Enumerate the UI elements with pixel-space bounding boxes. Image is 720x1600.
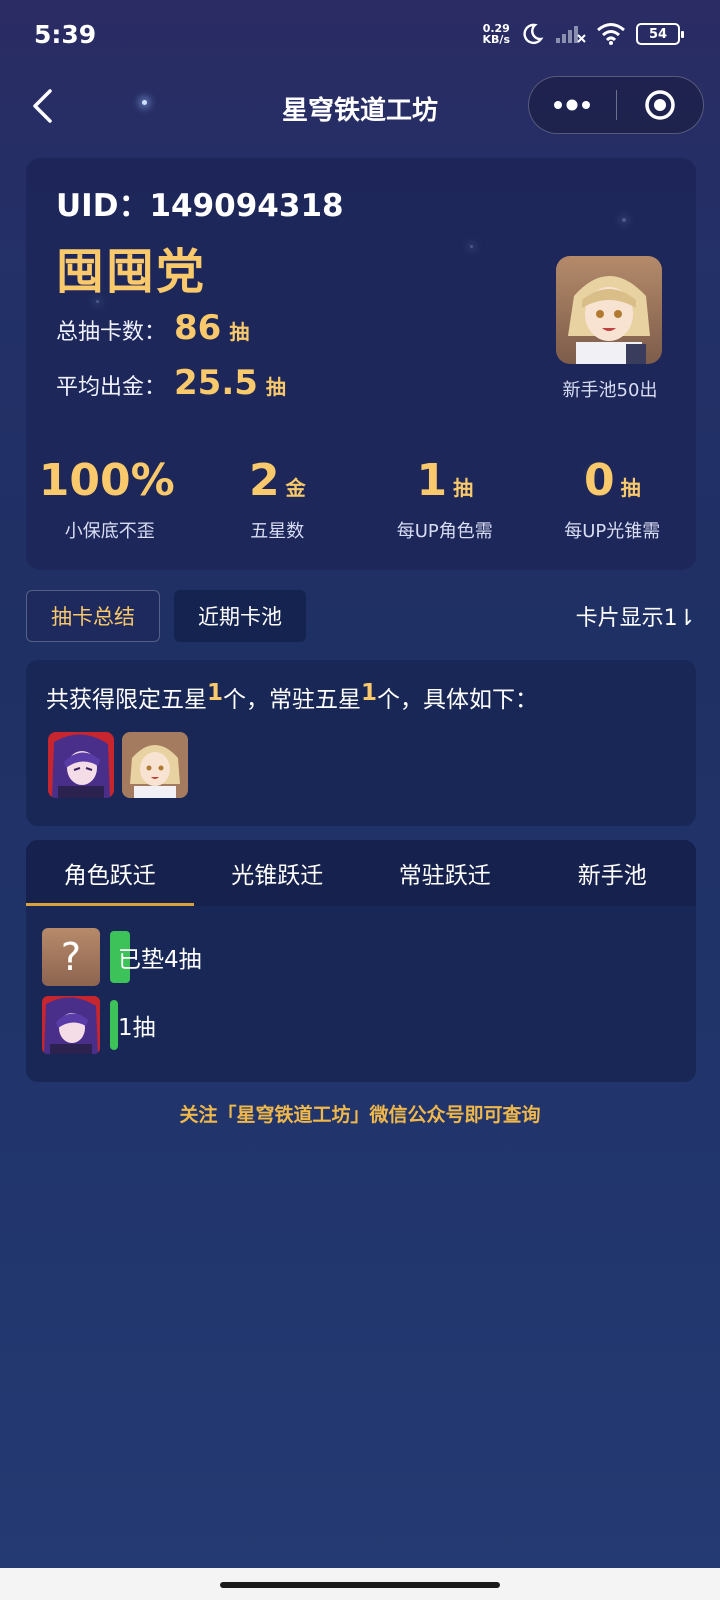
tab-lightcone-warp[interactable]: 光锥跃迁 xyxy=(194,840,362,906)
stat-five-star-count: 2金 五星数 xyxy=(194,456,362,543)
uid-label: UID： xyxy=(56,188,150,224)
tab-beginner-warp[interactable]: 新手池 xyxy=(529,840,697,906)
stat-no-lose-rate: 100% 小保底不歪 xyxy=(26,456,194,543)
total-pulls-value: 86 xyxy=(174,308,222,348)
character-avatar[interactable] xyxy=(556,256,662,364)
five-star-list xyxy=(48,732,188,798)
wifi-icon xyxy=(597,23,625,45)
pull-count-label: 1抽 xyxy=(118,1015,156,1041)
stat-unit: 抽 xyxy=(620,476,641,500)
avatar-caption: 新手池50出 xyxy=(562,380,658,401)
stat-caption: 每UP角色需 xyxy=(396,521,493,542)
battery-level: 54 xyxy=(648,26,668,42)
status-bar: 5:39 0.29 KB/s 54 xyxy=(0,0,720,72)
average-gold-label: 平均出金： xyxy=(56,375,167,400)
stat-value: 1 xyxy=(416,455,448,506)
network-speed: 0.29 KB/s xyxy=(483,23,510,45)
total-pulls: 总抽卡数： 86 抽 xyxy=(56,308,249,348)
target-icon xyxy=(645,90,675,120)
stat-pulls-per-up-lightcone: 0抽 每UP光锥需 xyxy=(529,456,697,543)
stat-value: 2 xyxy=(248,455,280,506)
stat-pulls-per-up-character: 1抽 每UP角色需 xyxy=(361,456,529,543)
summary-card: 共获得限定五星 1 个，常驻五星 1 个，具体如下： xyxy=(26,660,696,826)
character-thumb-blonde[interactable] xyxy=(122,732,188,798)
stat-caption: 每UP光锥需 xyxy=(564,521,661,542)
profile-card: UID：149094318 囤囤党 总抽卡数： 86 抽 平均出金： 25.5 … xyxy=(26,158,696,570)
character-thumb-purple[interactable] xyxy=(48,732,114,798)
stat-caption: 五星数 xyxy=(250,521,305,542)
mini-program-capsule xyxy=(528,76,704,134)
pool-row-pending: ? 已垫4抽 xyxy=(42,928,202,986)
tab-standard-warp[interactable]: 常驻跃迁 xyxy=(361,840,529,906)
battery-icon: 54 xyxy=(636,23,684,45)
nickname: 囤囤党 xyxy=(56,244,207,300)
tab-recent-pools[interactable]: 近期卡池 xyxy=(174,590,306,642)
status-icons: 0.29 KB/s 54 xyxy=(483,22,684,46)
nav-bar: 星穹铁道工坊 xyxy=(0,72,720,142)
stat-caption: 小保底不歪 xyxy=(64,521,155,542)
uid-value: 149094318 xyxy=(149,188,344,224)
uid: UID：149094318 xyxy=(56,180,344,225)
summary-text-part: 共获得限定五星 xyxy=(46,687,207,713)
stat-unit: 抽 xyxy=(453,476,474,500)
standard-five-star-count: 1 xyxy=(361,680,378,706)
summary-text: 共获得限定五星 1 个，常驻五星 1 个，具体如下： xyxy=(46,680,538,714)
tab-character-warp[interactable]: 角色跃迁 xyxy=(26,840,194,906)
limited-five-star-count: 1 xyxy=(207,680,224,706)
pull-progress-bar xyxy=(110,1000,118,1050)
signal-icon xyxy=(556,26,586,43)
network-speed-unit: KB/s xyxy=(482,33,510,46)
average-gold-unit: 抽 xyxy=(265,375,286,399)
summary-text-part: 个，具体如下： xyxy=(377,687,539,713)
question-mark-icon: ? xyxy=(61,935,81,979)
character-avatar-purple[interactable] xyxy=(42,996,100,1054)
more-button[interactable] xyxy=(529,77,616,133)
pull-count-label: 已垫4抽 xyxy=(118,947,202,973)
total-pulls-label: 总抽卡数： xyxy=(56,320,167,345)
close-miniprogram-button[interactable] xyxy=(617,77,704,133)
footer-note: 关注「星穹铁道工坊」微信公众号即可查询 xyxy=(179,1104,541,1126)
status-time: 5:39 xyxy=(34,20,97,49)
stat-unit: 金 xyxy=(285,476,306,500)
average-gold-value: 25.5 xyxy=(174,363,258,403)
card-display-toggle[interactable]: 卡片显示1⇂ xyxy=(576,600,696,632)
average-gold: 平均出金： 25.5 抽 xyxy=(56,363,286,403)
pool-tabs: 角色跃迁 光锥跃迁 常驻跃迁 新手池 xyxy=(26,840,696,906)
summary-text-part: 个，常驻五星 xyxy=(223,687,362,713)
stat-value: 0 xyxy=(583,455,615,506)
total-pulls-unit: 抽 xyxy=(229,320,250,344)
unknown-avatar: ? xyxy=(42,928,100,986)
pool-history-card: 角色跃迁 光锥跃迁 常驻跃迁 新手池 ? 已垫4抽 1抽 xyxy=(26,840,696,1082)
moon-icon xyxy=(523,23,544,45)
pool-row-character: 1抽 xyxy=(42,996,156,1054)
home-indicator[interactable] xyxy=(220,1582,500,1588)
stats-row: 100% 小保底不歪 2金 五星数 1抽 每UP角色需 0抽 每UP光锥需 xyxy=(26,456,696,543)
stat-value: 100% xyxy=(38,455,175,506)
more-icon xyxy=(554,99,591,111)
tab-summary[interactable]: 抽卡总结 xyxy=(26,590,160,642)
